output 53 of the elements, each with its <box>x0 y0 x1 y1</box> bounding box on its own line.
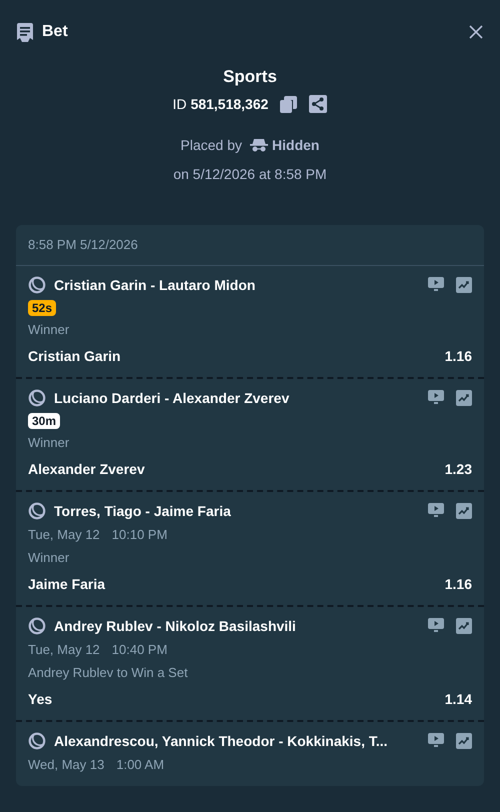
placed-by-label: Placed by <box>180 136 242 155</box>
event-date: Tue, May 12 <box>28 640 100 658</box>
receipt-icon <box>16 22 34 42</box>
event-time: 10:40 PM <box>112 640 168 658</box>
time-badge: 52s <box>28 300 56 316</box>
odds-value: 1.16 <box>444 574 472 592</box>
market-label: Winner <box>28 434 70 452</box>
modal-title: Bet <box>42 22 68 42</box>
tennis-ball-icon <box>28 502 46 520</box>
trend-chart-icon[interactable] <box>456 618 472 634</box>
selection-name: Yes <box>28 690 52 708</box>
tv-play-icon[interactable] <box>428 733 444 748</box>
event-time: 1:00 AM <box>116 756 164 774</box>
trend-chart-icon[interactable] <box>456 502 472 518</box>
trend-chart-icon[interactable] <box>456 276 472 292</box>
share-icon[interactable] <box>309 95 328 113</box>
market-label: Winner <box>28 320 70 338</box>
id-label: ID <box>172 94 187 114</box>
incognito-icon <box>250 138 268 152</box>
event-time: 10:10 PM <box>112 526 168 544</box>
market-label: Winner <box>28 548 70 566</box>
event-date: Wed, May 13 <box>28 756 104 774</box>
odds-value: 1.14 <box>444 690 472 708</box>
market-label: Andrey Rublev to Win a Set <box>28 664 189 682</box>
tennis-ball-icon <box>28 732 46 750</box>
selection-name: Cristian Garin <box>28 346 121 364</box>
tennis-ball-icon <box>28 388 46 406</box>
close-icon[interactable] <box>468 24 484 40</box>
trend-chart-icon[interactable] <box>456 390 472 406</box>
tv-play-icon[interactable] <box>428 503 444 518</box>
tv-play-icon[interactable] <box>428 277 444 292</box>
tv-play-icon[interactable] <box>428 618 444 633</box>
selection-name: Alexander Zverev <box>28 460 145 478</box>
odds-value: 1.23 <box>444 460 472 478</box>
category-title: Sports <box>223 66 277 88</box>
event-title[interactable]: Cristian Garin - Lautaro Midon <box>54 276 420 294</box>
event-title[interactable]: Andrey Rublev - Nikoloz Basilashvili <box>54 616 420 634</box>
placed-by-user[interactable]: Hidden <box>272 134 320 156</box>
event-date: Tue, May 12 <box>28 526 100 544</box>
trend-chart-icon[interactable] <box>456 732 472 748</box>
tennis-ball-icon <box>28 276 46 294</box>
event-title[interactable]: Torres, Tiago - Jaime Faria <box>54 502 420 520</box>
slip-timestamp: 8:58 PM 5/12/2026 <box>28 236 138 252</box>
event-title[interactable]: Luciano Darderi - Alexander Zverev <box>54 388 420 406</box>
placed-date: on 5/12/2026 at 8:58 PM <box>173 164 327 184</box>
selection-name: Jaime Faria <box>28 574 106 592</box>
event-title[interactable]: Alexandrescou, Yannick Theodor - Kokkinakis, T... <box>54 732 420 750</box>
bet-id: 581,518,362 <box>190 94 268 114</box>
copy-icon[interactable] <box>280 96 298 112</box>
odds-value: 1.16 <box>444 346 472 364</box>
tennis-ball-icon <box>28 616 46 634</box>
time-badge: 30m <box>28 412 60 428</box>
tv-play-icon[interactable] <box>428 390 444 405</box>
